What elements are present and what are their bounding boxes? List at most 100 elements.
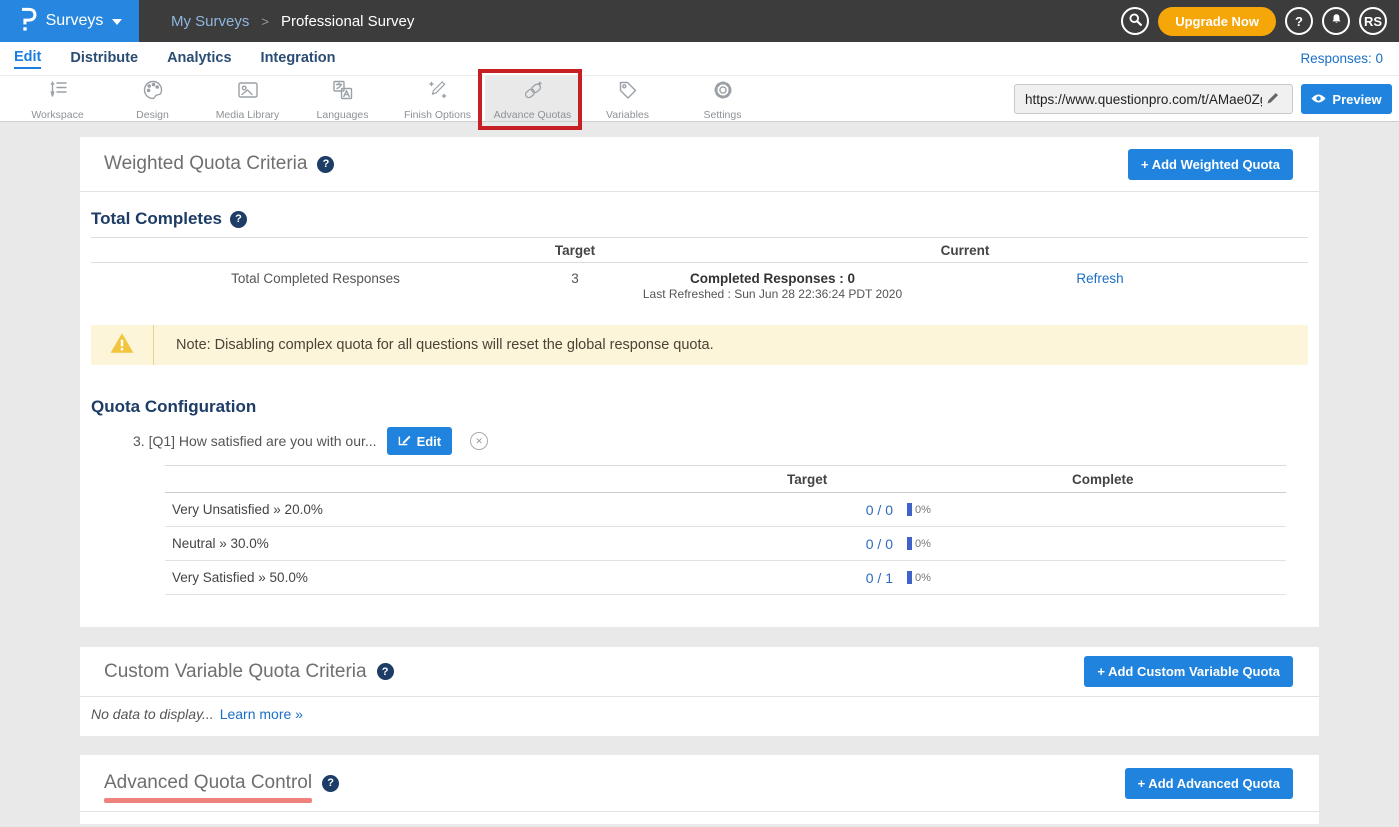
edit-pencil-icon	[398, 433, 411, 449]
eye-icon	[1311, 92, 1326, 107]
weighted-quota-title: Weighted Quota Criteria	[104, 153, 307, 175]
progress-bar	[907, 571, 912, 584]
chain-link-icon	[521, 79, 545, 106]
search-icon	[1128, 12, 1143, 30]
target-value: 3	[540, 271, 610, 286]
toolbar-item-finish-options[interactable]: Finish Options	[390, 76, 485, 121]
toolbar-label: Settings	[704, 109, 742, 121]
responses-count: Responses: 0	[1300, 51, 1383, 66]
quota-target-value[interactable]: 0 / 0	[780, 536, 893, 552]
total-completes-table-header: Target Current	[91, 237, 1308, 263]
top-navbar: Surveys My Surveys > Professional Survey…	[0, 0, 1399, 42]
toolbar-label: Languages	[317, 109, 369, 121]
total-completes-row: Total Completed Responses 3 Completed Re…	[91, 263, 1308, 325]
toolbar-label: Finish Options	[404, 109, 471, 121]
toolbar-item-advance-quotas[interactable]: Advance Quotas	[485, 76, 580, 121]
breadcrumb-my-surveys[interactable]: My Surveys	[171, 13, 249, 30]
tab-integration[interactable]: Integration	[261, 50, 336, 68]
help-icon[interactable]: ?	[230, 211, 247, 228]
tab-edit[interactable]: Edit	[14, 49, 41, 69]
question-mark-icon: ?	[1295, 14, 1303, 29]
table-row: Neutral » 30.0% 0 / 0 0%	[165, 527, 1286, 561]
workspace-icon	[46, 79, 70, 106]
current-cell: Completed Responses : 0 Last Refreshed :…	[610, 271, 935, 301]
toolbar-item-settings[interactable]: Settings	[675, 76, 770, 121]
image-icon	[236, 79, 260, 106]
add-advanced-quota-button[interactable]: + Add Advanced Quota	[1125, 768, 1293, 799]
column-target: Target	[540, 243, 610, 258]
add-weighted-quota-button[interactable]: + Add Weighted Quota	[1128, 149, 1293, 180]
search-button[interactable]	[1121, 7, 1149, 35]
custom-variable-header: Custom Variable Quota Criteria ? + Add C…	[80, 647, 1319, 697]
quota-table-header: Target Complete	[165, 465, 1286, 493]
topnav-actions: Upgrade Now ? RS	[1121, 7, 1387, 36]
bell-icon	[1329, 12, 1344, 30]
toolbar-label: Media Library	[216, 109, 280, 121]
quota-target-value[interactable]: 0 / 0	[780, 502, 893, 518]
quota-question-row: 3. [Q1] How satisfied are you with our..…	[133, 427, 1308, 455]
progress-bar	[907, 503, 912, 516]
total-completed-responses-label: Total Completed Responses	[91, 271, 540, 286]
advanced-quota-header: Advanced Quota Control ? + Add Advanced …	[80, 755, 1319, 812]
custom-variable-empty-state: No data to display... Learn more »	[80, 697, 1319, 736]
tab-analytics[interactable]: Analytics	[167, 50, 231, 68]
progress-percent: 0%	[915, 504, 931, 516]
advanced-quota-title: Advanced Quota Control	[104, 772, 312, 793]
learn-more-link[interactable]: Learn more »	[220, 706, 303, 722]
survey-url-input[interactable]	[1014, 84, 1293, 114]
edit-url-pencil-icon[interactable]	[1266, 91, 1280, 110]
translate-icon	[331, 79, 354, 106]
main-content: Weighted Quota Criteria ? + Add Weighted…	[0, 122, 1399, 824]
edit-quota-button[interactable]: Edit	[387, 427, 453, 455]
progress-percent: 0%	[915, 538, 931, 550]
preview-button[interactable]: Preview	[1301, 84, 1392, 114]
completed-responses-value: Completed Responses : 0	[610, 271, 935, 286]
question-text: 3. [Q1] How satisfied are you with our..…	[133, 433, 377, 449]
column-target: Target	[780, 472, 1065, 487]
answer-option-label: Very Unsatisfied » 20.0%	[165, 502, 780, 517]
gear-icon	[712, 79, 734, 106]
weighted-quota-header: Weighted Quota Criteria ? + Add Weighted…	[80, 137, 1319, 192]
custom-variable-title: Custom Variable Quota Criteria	[104, 661, 367, 683]
toolbar-item-languages[interactable]: Languages	[295, 76, 390, 121]
refresh-link[interactable]: Refresh	[1076, 271, 1123, 286]
weighted-quota-card: Weighted Quota Criteria ? + Add Weighted…	[80, 137, 1319, 627]
tab-distribute[interactable]: Distribute	[70, 50, 138, 68]
last-refreshed-timestamp: Last Refreshed : Sun Jun 28 22:36:24 PDT…	[610, 287, 935, 301]
upgrade-now-button[interactable]: Upgrade Now	[1158, 7, 1276, 36]
quota-target-value[interactable]: 0 / 1	[780, 570, 893, 586]
avatar[interactable]: RS	[1359, 7, 1387, 35]
preview-label: Preview	[1332, 92, 1381, 107]
help-button[interactable]: ?	[1285, 7, 1313, 35]
tag-icon	[617, 79, 639, 106]
red-underline-annotation	[104, 798, 312, 803]
notifications-button[interactable]	[1322, 7, 1350, 35]
toolbar-item-workspace[interactable]: Workspace	[10, 76, 105, 121]
toolbar-label: Workspace	[31, 109, 83, 121]
no-data-text: No data to display...	[91, 706, 214, 722]
toolbar-item-media-library[interactable]: Media Library	[200, 76, 295, 121]
toolbar-label: Advance Quotas	[494, 109, 572, 121]
edit-toolbar: Workspace Design Media Library	[0, 76, 1399, 122]
table-row: Very Satisfied » 50.0% 0 / 1 0%	[165, 561, 1286, 595]
help-icon[interactable]: ?	[377, 663, 394, 680]
advanced-quota-card: Advanced Quota Control ? + Add Advanced …	[80, 755, 1319, 824]
breadcrumb: My Surveys > Professional Survey	[171, 13, 414, 30]
survey-tab-bar: Edit Distribute Analytics Integration Re…	[0, 42, 1399, 76]
breadcrumb-current-survey: Professional Survey	[281, 13, 414, 30]
note-text: Note: Disabling complex quota for all qu…	[154, 337, 714, 353]
add-custom-variable-quota-button[interactable]: + Add Custom Variable Quota	[1084, 656, 1293, 687]
answer-option-label: Very Satisfied » 50.0%	[165, 570, 780, 585]
palette-icon	[142, 79, 164, 106]
product-name: Surveys	[46, 12, 104, 30]
brand-menu[interactable]: Surveys	[0, 0, 139, 42]
total-completes-heading: Total Completes	[91, 209, 222, 229]
help-icon[interactable]: ?	[317, 156, 334, 173]
column-current: Current	[610, 243, 1265, 258]
toolbar-item-design[interactable]: Design	[105, 76, 200, 121]
remove-quota-icon[interactable]: ✕	[470, 432, 488, 450]
help-icon[interactable]: ?	[322, 775, 339, 792]
toolbar-item-variables[interactable]: Variables	[580, 76, 675, 121]
wand-pen-icon	[427, 79, 449, 106]
progress-percent: 0%	[915, 572, 931, 584]
